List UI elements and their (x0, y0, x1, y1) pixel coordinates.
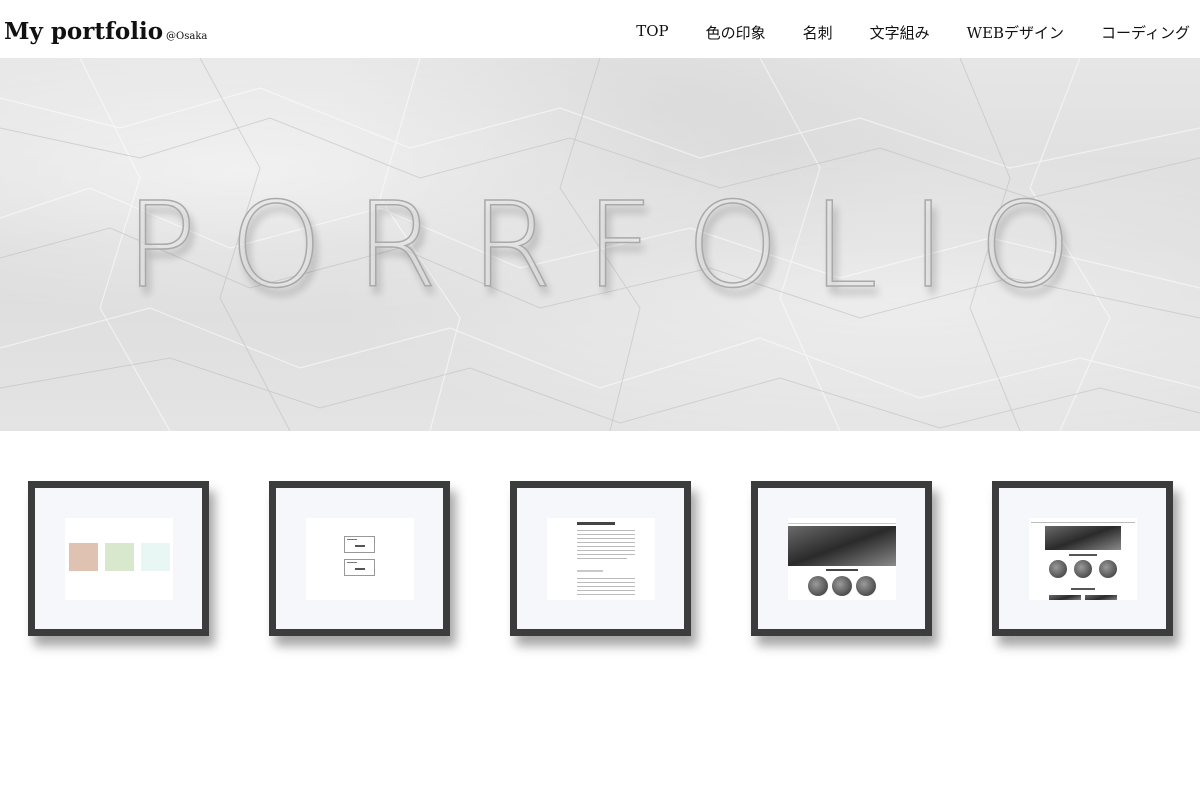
mock-circle-image (832, 576, 852, 596)
gallery-frame-color-impression[interactable] (28, 481, 209, 636)
swatch-green (105, 543, 134, 571)
mock-nav (788, 520, 896, 524)
gallery-frame-text-layout[interactable] (510, 481, 691, 636)
mock-circle-image (808, 576, 828, 596)
hero-title: PORRFOLIO (125, 175, 1105, 315)
frame-mat (35, 488, 202, 629)
frame-mat (999, 488, 1166, 629)
artwork-heading (577, 522, 615, 525)
frame-mat (758, 488, 925, 629)
nav-item-top[interactable]: TOP (636, 22, 668, 43)
mock-image (1085, 595, 1117, 600)
nav-item-business-card[interactable]: 名刺 (803, 22, 833, 43)
mock-hero-image (788, 526, 896, 566)
gallery-frame-web-design[interactable] (751, 481, 932, 636)
nav-item-web-design[interactable]: WEBデザイン (967, 22, 1064, 43)
mock-image (1049, 595, 1081, 600)
logo-title[interactable]: My portfolio (4, 18, 163, 45)
gallery-frame-business-card[interactable] (269, 481, 450, 636)
nav-item-coding[interactable]: コーディング (1101, 22, 1190, 43)
mock-nav (1031, 520, 1135, 523)
gallery-frame-coding[interactable] (992, 481, 1173, 636)
mock-hero-image (1045, 526, 1121, 550)
artwork-web-design (788, 518, 896, 600)
hero-banner: PORRFOLIO (0, 58, 1200, 431)
artwork-coding (1029, 518, 1137, 600)
business-card-front (344, 536, 375, 553)
artwork-color-swatches (65, 518, 173, 600)
mock-circle-image (1099, 560, 1117, 578)
frame-mat (517, 488, 684, 629)
site-logo[interactable]: My portfolio @Osaka (4, 18, 207, 45)
nav-item-typesetting[interactable]: 文字組み (870, 22, 930, 43)
swatch-peach (69, 543, 98, 571)
logo-location: @Osaka (166, 31, 208, 42)
portfolio-gallery (0, 481, 1200, 641)
business-card-back (344, 559, 375, 576)
artwork-subheading (577, 570, 603, 572)
artwork-text-layout (547, 518, 655, 600)
mock-circle-image (856, 576, 876, 596)
mock-subheading (1071, 588, 1095, 590)
site-header: My portfolio @Osaka TOP 色の印象 名刺 文字組み WEB… (0, 0, 1200, 58)
frame-mat (276, 488, 443, 629)
main-nav: TOP 色の印象 名刺 文字組み WEBデザイン コーディング (599, 22, 1190, 43)
swatch-mint (141, 543, 170, 571)
artwork-business-cards (306, 518, 414, 600)
mock-heading (826, 569, 858, 571)
mock-heading (1069, 554, 1097, 556)
mock-circle-image (1049, 560, 1067, 578)
nav-item-color-impression[interactable]: 色の印象 (706, 22, 766, 43)
mock-circle-image (1074, 560, 1092, 578)
